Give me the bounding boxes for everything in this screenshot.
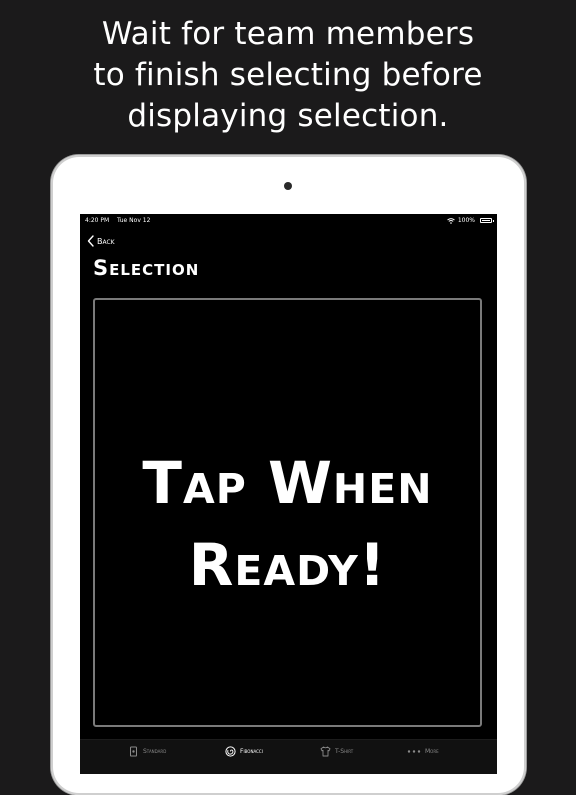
tab-bar: Standard Fibonacci T-Shirt More bbox=[80, 739, 497, 774]
status-time: 4:20 PM bbox=[85, 217, 110, 224]
battery-percent: 100% bbox=[457, 217, 475, 224]
t-shirt-icon bbox=[320, 746, 331, 757]
tap-to-reveal-card[interactable]: Tap When Ready! bbox=[93, 298, 482, 727]
headline-line: Wait for team members bbox=[101, 16, 475, 52]
tap-message: Tap When Ready! bbox=[95, 442, 480, 606]
tap-message-line: Ready! bbox=[188, 531, 387, 599]
tab-label: T-Shirt bbox=[335, 748, 354, 755]
app-screen: 4:20 PM Tue Nov 12 100% Back Selection T… bbox=[80, 214, 497, 774]
back-label: Back bbox=[97, 236, 115, 246]
marketing-headline: Wait for team members to finish selectin… bbox=[0, 14, 576, 137]
status-date: Tue Nov 12 bbox=[117, 217, 151, 224]
more-dots-icon bbox=[407, 750, 421, 753]
ipad-frame: 4:20 PM Tue Nov 12 100% Back Selection T… bbox=[51, 155, 526, 795]
tap-message-line: Tap When bbox=[142, 449, 433, 517]
headline-line: displaying selection. bbox=[127, 98, 449, 134]
camera-icon bbox=[284, 182, 292, 190]
status-bar: 4:20 PM Tue Nov 12 100% bbox=[80, 214, 497, 228]
tab-label: Fibonacci bbox=[240, 748, 263, 755]
status-right: 100% bbox=[447, 217, 494, 224]
headline-line: to finish selecting before bbox=[93, 57, 483, 93]
battery-icon bbox=[480, 218, 494, 223]
tab-label: Standard bbox=[143, 748, 167, 755]
tab-fibonacci[interactable]: Fibonacci bbox=[225, 746, 263, 757]
tab-more[interactable]: More bbox=[407, 746, 439, 757]
page-title: Selection bbox=[93, 256, 200, 280]
tab-standard[interactable]: Standard bbox=[128, 746, 166, 757]
back-button[interactable]: Back bbox=[87, 234, 115, 248]
tab-label: More bbox=[425, 748, 439, 755]
chevron-left-icon bbox=[87, 235, 94, 247]
card-deck-icon bbox=[130, 746, 137, 757]
fibonacci-spiral-icon bbox=[225, 746, 236, 757]
tab-t-shirt[interactable]: T-Shirt bbox=[320, 746, 353, 757]
wifi-icon bbox=[447, 217, 455, 224]
